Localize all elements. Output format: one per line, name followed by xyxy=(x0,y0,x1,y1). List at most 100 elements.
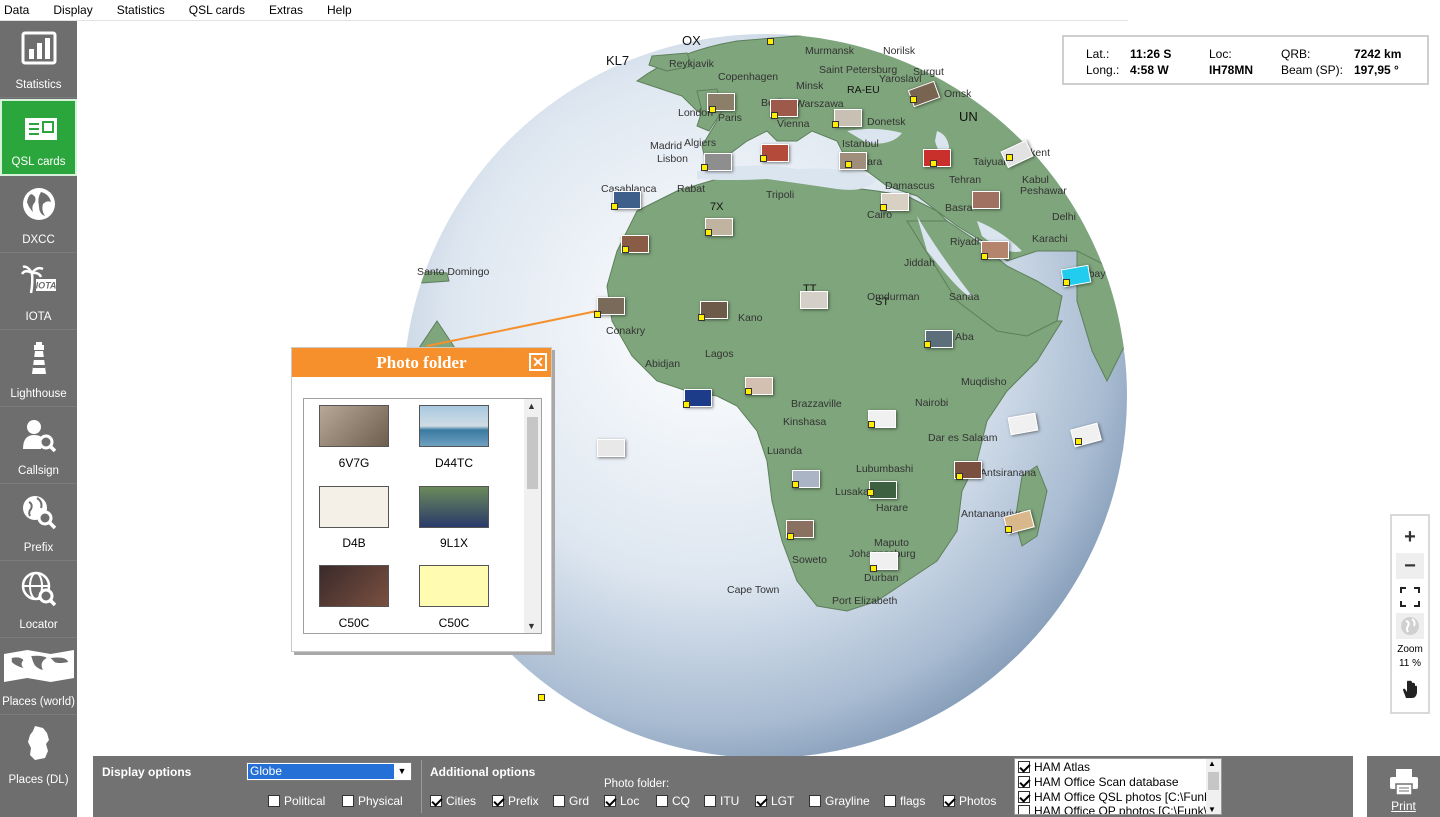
qsl-card-marker[interactable] xyxy=(839,152,867,170)
qsl-thumbnail[interactable] xyxy=(419,565,489,607)
location-pin[interactable] xyxy=(701,164,708,171)
location-pin[interactable] xyxy=(930,160,937,167)
menu-display[interactable]: Display xyxy=(53,3,104,17)
location-pin[interactable] xyxy=(870,565,877,572)
menu-extras[interactable]: Extras xyxy=(269,3,315,17)
checkbox[interactable] xyxy=(268,795,280,807)
checkbox[interactable] xyxy=(943,795,955,807)
menu-data[interactable]: Data xyxy=(4,3,41,17)
location-pin[interactable] xyxy=(709,106,716,113)
pan-hand-icon[interactable] xyxy=(1396,676,1424,702)
scrollbar[interactable]: ▲ ▼ xyxy=(1206,759,1221,814)
checkbox[interactable] xyxy=(1018,805,1030,814)
source-item[interactable]: HAM Office QSL photos [C:\Funk\ xyxy=(1018,790,1213,804)
photo-folder-header[interactable]: Photo folder ✕ xyxy=(292,348,551,377)
location-pin[interactable] xyxy=(787,533,794,540)
checkbox[interactable] xyxy=(704,795,716,807)
location-pin[interactable] xyxy=(910,96,917,103)
loc-checkbox[interactable]: Loc xyxy=(604,794,639,808)
checkbox[interactable] xyxy=(342,795,354,807)
checkbox[interactable] xyxy=(430,795,442,807)
political-checkbox[interactable]: Political xyxy=(268,794,325,808)
location-pin[interactable] xyxy=(1005,526,1012,533)
checkbox[interactable] xyxy=(1018,761,1030,773)
qsl-card-marker[interactable] xyxy=(597,439,625,457)
sidebar-item-dxcc[interactable]: DXCC xyxy=(0,176,77,253)
location-pin[interactable] xyxy=(771,112,778,119)
checkbox[interactable] xyxy=(1018,776,1030,788)
location-pin[interactable] xyxy=(981,253,988,260)
qsl-thumbnail[interactable] xyxy=(319,405,389,447)
location-pin[interactable] xyxy=(1063,279,1070,286)
chevron-down-icon[interactable]: ▼ xyxy=(394,764,410,779)
location-pin[interactable] xyxy=(760,155,767,162)
photo-folder-list[interactable]: 6V7G D44TC D4B 9L1X C50C C50C ▲ ▼ xyxy=(303,398,542,634)
scrollbar[interactable]: ▲ ▼ xyxy=(524,399,541,633)
qsl-thumbnail[interactable] xyxy=(419,405,489,447)
qsl-card-marker[interactable] xyxy=(800,291,828,309)
scrollbar-thumb[interactable] xyxy=(1208,772,1219,790)
photo-source-list[interactable]: HAM Atlas HAM Office Scan database HAM O… xyxy=(1014,758,1222,815)
source-item[interactable]: HAM Office OP photos [C:\Funk\ xyxy=(1018,804,1207,814)
location-pin[interactable] xyxy=(683,401,690,408)
location-pin[interactable] xyxy=(868,421,875,428)
photos-checkbox[interactable]: Photos xyxy=(943,794,996,808)
lgt-checkbox[interactable]: LGT xyxy=(755,794,794,808)
map-view[interactable]: OX KL7 RA-EU UN 7X TT ST Murmansk Norils… xyxy=(77,21,1440,756)
checkbox[interactable] xyxy=(553,795,565,807)
location-pin[interactable] xyxy=(845,161,852,168)
source-item[interactable]: HAM Office Scan database xyxy=(1018,775,1179,789)
scroll-down-icon[interactable]: ▼ xyxy=(527,621,536,631)
source-item[interactable]: HAM Atlas xyxy=(1018,760,1090,774)
cq-checkbox[interactable]: CQ xyxy=(656,794,690,808)
qsl-thumbnail[interactable] xyxy=(419,486,489,528)
zoom-out-button[interactable]: − xyxy=(1396,553,1424,579)
qsl-card-marker[interactable] xyxy=(704,153,732,171)
location-pin[interactable] xyxy=(622,246,629,253)
qsl-card-marker[interactable] xyxy=(972,191,1000,209)
checkbox[interactable] xyxy=(492,795,504,807)
location-pin[interactable] xyxy=(924,341,931,348)
location-pin[interactable] xyxy=(705,229,712,236)
checkbox[interactable] xyxy=(755,795,767,807)
qsl-thumbnail[interactable] xyxy=(319,565,389,607)
physical-checkbox[interactable]: Physical xyxy=(342,794,403,808)
menu-help[interactable]: Help xyxy=(327,3,364,17)
scroll-up-icon[interactable]: ▲ xyxy=(527,401,536,411)
sidebar-item-statistics[interactable]: Statistics xyxy=(0,21,77,98)
scroll-up-icon[interactable]: ▲ xyxy=(1208,759,1216,768)
checkbox[interactable] xyxy=(1018,791,1030,803)
location-pin[interactable] xyxy=(867,489,874,496)
print-button[interactable]: Print xyxy=(1367,756,1440,817)
sidebar-item-prefix[interactable]: Prefix xyxy=(0,484,77,561)
grayline-checkbox[interactable]: Grayline xyxy=(809,794,870,808)
location-pin[interactable] xyxy=(956,473,963,480)
location-pin[interactable] xyxy=(792,481,799,488)
sidebar-item-callsign[interactable]: Callsign xyxy=(0,407,77,484)
zoom-in-button[interactable]: + xyxy=(1396,524,1424,550)
prefix-checkbox[interactable]: Prefix xyxy=(492,794,539,808)
itu-checkbox[interactable]: ITU xyxy=(704,794,739,808)
qsl-thumbnail[interactable] xyxy=(319,486,389,528)
fullscreen-icon[interactable] xyxy=(1396,584,1424,610)
close-icon[interactable]: ✕ xyxy=(529,353,547,371)
location-pin[interactable] xyxy=(832,121,839,128)
menu-statistics[interactable]: Statistics xyxy=(117,3,177,17)
globe-view-icon[interactable] xyxy=(1396,613,1424,639)
checkbox[interactable] xyxy=(604,795,616,807)
scrollbar-thumb[interactable] xyxy=(527,417,538,489)
qsl-card-marker[interactable] xyxy=(597,297,625,315)
location-pin[interactable] xyxy=(880,204,887,211)
display-mode-select[interactable]: Globe ▼ xyxy=(246,762,412,781)
location-pin[interactable] xyxy=(767,38,774,45)
cities-checkbox[interactable]: Cities xyxy=(430,794,476,808)
menu-qsl-cards[interactable]: QSL cards xyxy=(189,3,257,17)
checkbox[interactable] xyxy=(884,795,896,807)
location-pin[interactable] xyxy=(698,314,705,321)
location-pin[interactable] xyxy=(538,694,545,701)
sidebar-item-locator[interactable]: Locator xyxy=(0,561,77,638)
sidebar-item-qsl-cards[interactable]: QSL cards xyxy=(0,99,77,176)
location-pin[interactable] xyxy=(594,311,601,318)
sidebar-item-places-dl[interactable]: Places (DL) xyxy=(0,715,77,792)
qsl-card-marker[interactable] xyxy=(923,149,951,167)
